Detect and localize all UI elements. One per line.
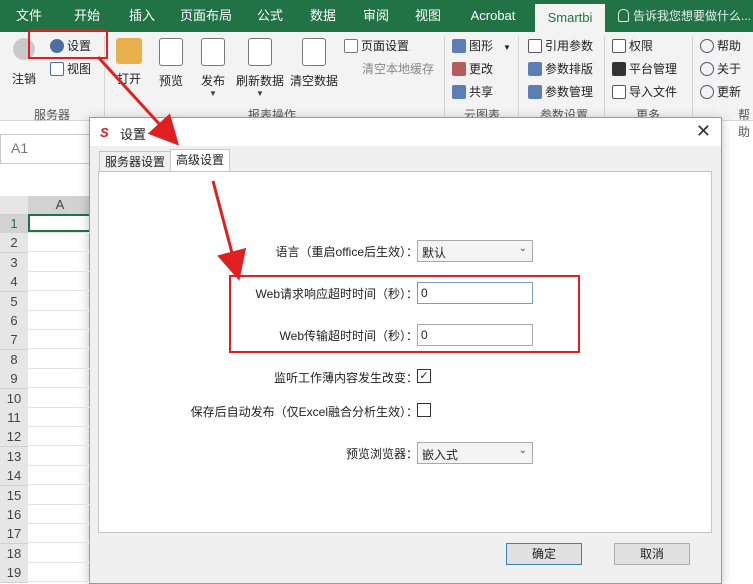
arrow-to-advanced-tab (96, 55, 180, 146)
gridline (28, 367, 92, 369)
gridline (28, 232, 92, 233)
row-header[interactable]: 17 (0, 524, 28, 545)
gridline (28, 464, 92, 466)
row-header[interactable]: 3 (0, 252, 28, 273)
gridline (28, 387, 92, 389)
row-header[interactable]: 14 (0, 466, 28, 487)
arrow-to-timeouts (211, 180, 247, 281)
gridline (28, 503, 92, 505)
gridline (28, 561, 92, 563)
gridline (28, 426, 92, 427)
row-header[interactable]: 4 (0, 272, 28, 293)
gridline (28, 445, 92, 447)
gridline (28, 290, 92, 292)
gridline (28, 542, 92, 544)
gridline (28, 329, 92, 330)
row-header[interactable]: 13 (0, 446, 28, 467)
row-header[interactable]: 6 (0, 311, 28, 331)
row-header[interactable]: 12 (0, 427, 28, 448)
row-header[interactable]: 11 (0, 408, 28, 428)
row-header[interactable]: 15 (0, 485, 28, 506)
row-header[interactable]: 16 (0, 505, 28, 525)
gridline (28, 309, 92, 311)
gridline (28, 270, 92, 272)
row-header[interactable]: 19 (0, 563, 28, 584)
row-header[interactable]: 9 (0, 369, 28, 390)
row-header[interactable]: 5 (0, 291, 28, 312)
gridline (28, 523, 92, 524)
row-header[interactable]: 1 (0, 214, 28, 234)
annotation-arrows (96, 55, 247, 281)
row-header[interactable]: 8 (0, 349, 28, 370)
gridline (28, 484, 92, 486)
row-header[interactable]: 2 (0, 233, 28, 254)
row-header[interactable]: 10 (0, 388, 28, 409)
gridline (28, 348, 92, 350)
gridline (28, 406, 92, 408)
gridline (28, 251, 92, 253)
row-header[interactable]: 18 (0, 543, 28, 564)
row-header[interactable]: 7 (0, 330, 28, 351)
